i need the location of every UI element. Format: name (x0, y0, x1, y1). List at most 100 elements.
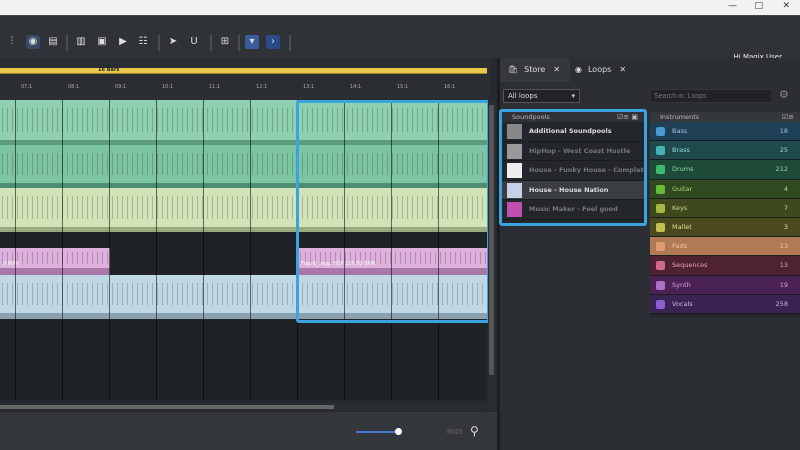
instrument-count: 258 (775, 299, 788, 308)
loops-search-input[interactable] (650, 89, 772, 103)
instrument-label: Sequences (672, 261, 708, 270)
ruler-tick-label: 15:1 (397, 84, 409, 90)
instrument-count: 3 (783, 222, 788, 231)
ruler-tick-label: 08:1 (68, 84, 80, 90)
instrument-count: 18 (779, 127, 788, 135)
close-tab-loops[interactable]: ✕ (619, 65, 626, 74)
instrument-label: Brass (672, 146, 690, 155)
soundpool-label: Music Maker - Feel good (529, 205, 618, 213)
audio-clip[interactable]: 0 BPM (0, 248, 110, 275)
instrument-label: Vocals (672, 299, 693, 308)
soundpool-label: HipHop - West Coast Hustle (529, 146, 631, 155)
instruments-list: Instruments ☑≡ Bass 18 Brass 25 Drums 212 Guita… (650, 112, 800, 317)
select-all-icon[interactable]: ☑≡ ▣ (617, 112, 638, 122)
instrument-item-synth[interactable]: Synth 19 (650, 275, 800, 295)
chevron-down-icon: ▾ (571, 92, 575, 100)
instrument-count: 4 (783, 184, 788, 193)
soundpool-thumbnail (507, 182, 522, 198)
midi-label[interactable]: MIDI (447, 428, 463, 436)
soundpool-item[interactable]: Additional Soundpools (502, 122, 644, 142)
list-icon[interactable]: ☷ (136, 35, 150, 49)
loops-icon[interactable]: ◉ (26, 35, 40, 49)
keyboard-icon[interactable]: ▣ (95, 35, 109, 49)
instrument-label: Keys (672, 203, 688, 212)
select-all-icon[interactable]: ☑≡ (782, 112, 794, 122)
bottom-bar (0, 412, 497, 450)
bar-line (15, 100, 16, 400)
soundpool-label: House - Funky House - Complete B... (529, 166, 644, 174)
bag-icon: 🛍 (508, 65, 519, 74)
loop-filter-dropdown[interactable]: All loops ▾ (503, 89, 580, 103)
ruler-tick-label: 11:1 (209, 84, 221, 90)
instrument-icon (656, 165, 665, 175)
zoom-slider[interactable] (356, 431, 400, 433)
instrument-item-bass[interactable]: Bass 18 (650, 122, 800, 142)
soundpool-item[interactable]: HipHop - West Coast Hustle (502, 142, 644, 161)
zoom-slider-handle[interactable] (395, 428, 402, 435)
instrument-label: Bass (672, 127, 688, 135)
instrument-item-sequences[interactable]: Sequences 13 (650, 256, 800, 276)
instrument-item-brass[interactable]: Brass 25 (650, 141, 800, 161)
tab-loops[interactable]: ◉ Loops ✕ (571, 58, 637, 82)
soundpool-item[interactable]: House - Funky House - Complete B... (502, 161, 644, 181)
instrument-item-pads[interactable]: Pads 13 (650, 237, 800, 257)
ruler-tick-label: 12:1 (256, 84, 268, 90)
pointer-tool-icon[interactable]: ➤ (166, 35, 180, 49)
maximize-button[interactable]: □ (754, 1, 763, 11)
instrument-icon (656, 242, 665, 252)
instrument-count: 7 (783, 203, 788, 212)
panel-right-icon[interactable]: › (266, 35, 280, 49)
magnet-snap-icon[interactable]: U (187, 35, 201, 49)
bar-line (156, 100, 157, 400)
title-bar: — □ ✕ (0, 0, 800, 15)
instrument-item-drums[interactable]: Drums 212 (650, 160, 800, 180)
level-meter-icon[interactable]: ▥ (74, 35, 88, 49)
fullscreen-icon[interactable]: ⊞ (218, 35, 232, 49)
instrument-item-keys[interactable]: Keys 7 (650, 198, 800, 218)
instruments-header: Instruments (660, 113, 700, 121)
instrument-count: 13 (779, 242, 788, 251)
copy-icon[interactable]: ▤ (46, 35, 60, 49)
search-icon[interactable]: ⚲ (470, 424, 479, 438)
instrument-icon (656, 280, 665, 290)
bar-line (62, 100, 63, 400)
soundpool-label: House - House Nation (529, 185, 609, 194)
soundpool-item[interactable]: Music Maker - Feel good (502, 200, 644, 220)
instrument-count: 19 (779, 280, 788, 289)
instrument-item-mallet[interactable]: Mallet 3 (650, 217, 800, 238)
soundpool-label: Additional Soundpools (529, 127, 612, 135)
instrument-label: Mallet (672, 222, 692, 231)
minimize-button[interactable]: — (728, 1, 737, 11)
instrument-icon (656, 127, 665, 136)
close-window-button[interactable]: ✕ (782, 1, 790, 11)
instrument-icon (656, 146, 665, 156)
instrument-item-guitar[interactable]: Guitar 4 (650, 179, 800, 199)
timeline-ruler[interactable] (0, 58, 490, 100)
panel-bottom-icon[interactable]: ▾ (245, 35, 259, 49)
soundpool-item[interactable]: House - House Nation (502, 180, 644, 200)
selection-highlight (296, 100, 490, 323)
bar-line (203, 100, 204, 400)
bar-line (109, 100, 110, 400)
loop-range-bar[interactable]: 16 Bars (0, 67, 487, 74)
instrument-icon (656, 222, 665, 232)
instrument-count: 13 (779, 261, 788, 270)
gear-icon[interactable]: ⚙ (779, 88, 789, 101)
instrument-label: Guitar (672, 184, 693, 193)
toolbar: ⫶ ◉ ▤ ▥ ▣ ▶ ☷ ➤ U ⊞ ▾ › Hi Magix User (0, 15, 800, 61)
ruler-tick-label: 14:1 (350, 84, 362, 90)
tab-store[interactable]: 🛍 Store ✕ (500, 58, 570, 82)
instrument-icon (656, 203, 665, 213)
vertical-scroll-thumb[interactable] (489, 105, 494, 375)
instrument-label: Drums (672, 165, 694, 174)
video-icon[interactable]: ▶ (116, 35, 130, 49)
horizontal-scroll-thumb[interactable] (0, 405, 334, 409)
ruler-tick-label: 10:1 (162, 84, 174, 90)
instrument-item-vocals[interactable]: Vocals 258 (650, 294, 800, 314)
ruler-tick-label: 13:1 (303, 84, 315, 90)
mixer-icon[interactable]: ⫶ (5, 35, 19, 49)
close-tab-store[interactable]: ✕ (553, 65, 560, 74)
soundpool-thumbnail (507, 202, 522, 217)
instrument-label: Synth (672, 280, 691, 289)
loop-length-label: 16 Bars (98, 67, 120, 73)
